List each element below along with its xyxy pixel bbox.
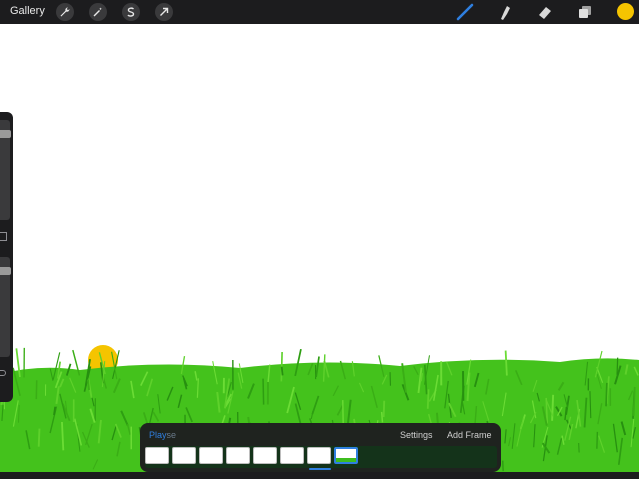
undo-icon[interactable] — [0, 370, 6, 376]
opacity-thumb[interactable] — [0, 267, 11, 275]
brush-size-thumb[interactable] — [0, 130, 11, 138]
grass-blade — [605, 382, 608, 407]
animation-frame[interactable] — [253, 447, 277, 464]
grass-blade — [53, 406, 57, 416]
brush-size-slider[interactable] — [0, 120, 11, 220]
animation-frame[interactable] — [280, 447, 304, 464]
layers-icon[interactable] — [575, 2, 595, 22]
wrench-icon[interactable] — [56, 3, 74, 21]
grass-blade — [280, 366, 284, 376]
eraser-icon[interactable] — [535, 2, 555, 22]
grass-blade — [37, 428, 41, 447]
current-frame-indicator — [309, 468, 331, 470]
animation-frame[interactable] — [199, 447, 223, 464]
color-picker-swatch[interactable] — [617, 3, 634, 20]
smudge-icon[interactable] — [495, 2, 515, 22]
modify-button[interactable] — [0, 232, 7, 241]
play-button[interactable]: Playse — [149, 430, 176, 440]
animation-frame[interactable] — [226, 447, 250, 464]
frame-thumbnail-grass — [336, 458, 356, 462]
grass-blade — [504, 350, 508, 376]
grass-blade — [596, 431, 599, 449]
drawing-canvas[interactable] — [0, 24, 639, 472]
transform-arrow-icon[interactable] — [155, 3, 173, 21]
grass-blade — [632, 386, 636, 416]
grass-blade — [551, 394, 555, 421]
grass-blade — [426, 389, 430, 409]
animation-frame[interactable] — [307, 447, 331, 464]
grass-blade — [420, 373, 423, 382]
grass-blade — [380, 411, 384, 423]
opacity-slider[interactable] — [0, 257, 11, 357]
add-frame-button[interactable]: Add Frame — [447, 430, 492, 440]
bottom-bar — [0, 472, 639, 479]
brush-sidebar — [0, 112, 13, 402]
grass-blade — [86, 379, 90, 391]
canvas-artwork — [0, 345, 639, 472]
grass-blade — [382, 400, 386, 418]
settings-button[interactable]: Settings — [400, 430, 433, 440]
animation-frame[interactable] — [334, 447, 358, 464]
animation-assist-panel: Playse Settings Add Frame — [140, 423, 501, 472]
animation-frame[interactable] — [172, 447, 196, 464]
brush-icon[interactable] — [455, 2, 475, 22]
selection-icon[interactable] — [122, 3, 140, 21]
magic-wand-icon[interactable] — [89, 3, 107, 21]
grass-blade — [17, 404, 20, 423]
top-toolbar: Gallery — [0, 0, 639, 24]
animation-frame[interactable] — [145, 447, 169, 464]
grass-blade — [262, 378, 265, 405]
gallery-button[interactable]: Gallery — [10, 5, 45, 17]
frame-timeline[interactable] — [145, 446, 497, 468]
